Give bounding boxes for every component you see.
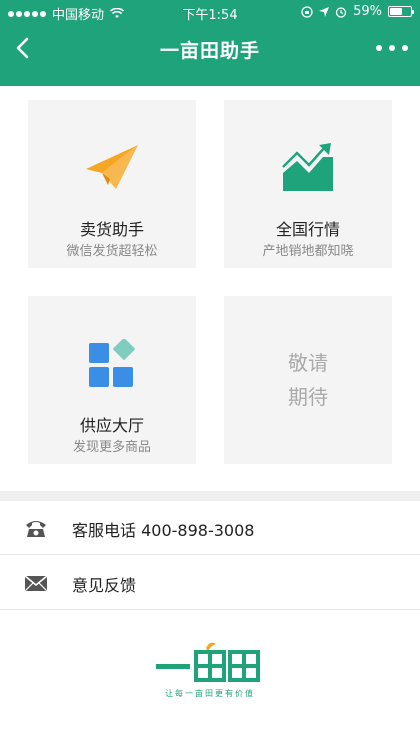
phone-icon [26,521,46,537]
customer-service-row[interactable]: 客服电话 400-898-3008 [0,501,420,555]
brand-logo: 让每一亩田更有价值 [150,640,270,702]
card-market-trend[interactable]: 全国行情 产地销地都知晓 [224,100,392,268]
section-divider [0,491,420,501]
feature-grid: 卖货助手 微信发货超轻松 全国行情 产地销地都知晓 供应大厅 发现更多商品 敬请… [0,86,420,491]
nav-bar: 一亩田助手 [0,24,420,72]
card-label: 供应大厅 [79,416,144,435]
logo-mark [156,642,260,682]
status-bar: 中国移动 下午1:54 59% [0,0,420,24]
coming-soon-line2: 期待 [288,385,328,409]
card-subtitle: 发现更多商品 [72,440,151,455]
customer-service-text: 客服电话 400-898-3008 [72,521,255,540]
page-title: 一亩田助手 [159,40,260,62]
alarm-icon [335,6,347,18]
card-sell-assistant[interactable]: 卖货助手 微信发货超轻松 [28,100,196,268]
feedback-row[interactable]: 意见反馈 [0,556,420,610]
card-label: 全国行情 [275,220,340,239]
feedback-text: 意见反馈 [72,576,137,595]
coming-soon-line1: 敬请 [288,351,328,375]
grid-tiles-icon [89,339,135,387]
battery-percent: 59% [353,4,382,19]
battery-icon [388,6,414,17]
location-arrow-icon [319,6,330,17]
more-icon[interactable] [376,38,408,58]
status-right: 59% [301,4,414,19]
card-coming-soon: 敬请 期待 [224,296,392,464]
brand-slogan: 让每一亩田更有价值 [165,689,255,698]
card-label: 卖货助手 [79,220,144,239]
rotation-lock-icon [301,5,313,18]
mail-icon [24,575,48,592]
paper-plane-icon [86,145,138,189]
top-bar: 中国移动 下午1:54 59% 一亩田助手 [0,0,420,86]
card-supply-hall[interactable]: 供应大厅 发现更多商品 [28,296,196,464]
trend-chart-icon [281,143,333,191]
card-subtitle: 微信发货超轻松 [66,244,158,259]
card-subtitle: 产地销地都知晓 [262,244,354,259]
